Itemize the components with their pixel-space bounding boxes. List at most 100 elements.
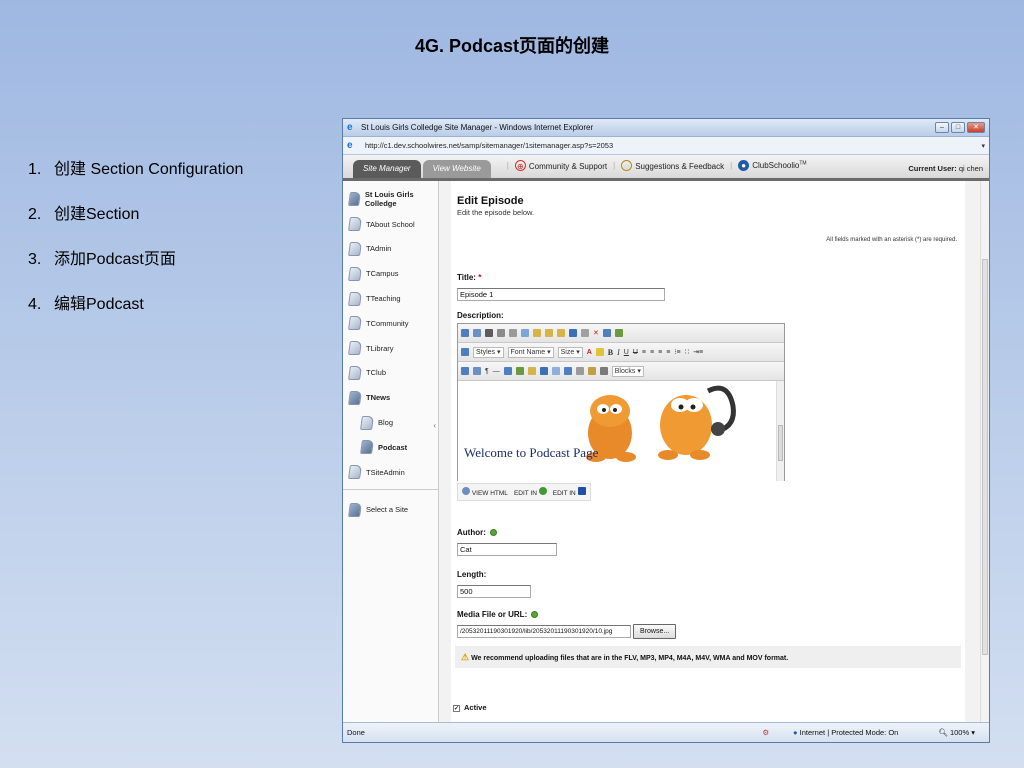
editor-content[interactable]: Welcome to Podcast Page — [458, 381, 784, 481]
nav-links: | ⊕ Community & Support | ◌ Suggestions & … — [507, 152, 807, 178]
delete-icon[interactable]: ✕ — [593, 329, 599, 337]
paste-icon[interactable] — [533, 329, 541, 337]
close-button[interactable]: ✕ — [967, 122, 985, 133]
bold-icon[interactable]: B — [608, 348, 613, 357]
tab-view-website[interactable]: View Website — [422, 160, 491, 178]
sidebar-item-tadmin[interactable]: TAdmin — [343, 237, 438, 262]
underline-icon[interactable]: U — [624, 349, 629, 356]
sidebar-item-tcampus[interactable]: TCampus — [343, 261, 438, 286]
author-input[interactable]: Cat — [457, 543, 557, 556]
media-input[interactable]: /20532011190301920/lib/20532011190301920… — [457, 625, 631, 638]
copy-icon[interactable] — [521, 329, 529, 337]
symbol-icon[interactable] — [587, 367, 596, 375]
zoom-level[interactable]: 🔍︎ 100% ▾ — [938, 728, 975, 737]
zoom-label: 100% — [949, 728, 970, 737]
font-name-dropdown[interactable]: Font Name ▾ — [507, 346, 554, 358]
undo-icon[interactable] — [569, 329, 577, 337]
find-icon[interactable] — [473, 329, 481, 337]
title-input[interactable]: Episode 1 — [457, 288, 665, 301]
edit-in-button-2[interactable]: EDIT IN — [553, 487, 586, 497]
sidebar-item-tlibrary[interactable]: TLibrary — [343, 336, 438, 361]
media-icon[interactable] — [539, 367, 548, 375]
link-icon[interactable] — [503, 367, 512, 375]
edit-in-button-1[interactable]: EDIT IN — [514, 487, 547, 497]
step-item: 1. 创建 Section Configuration — [28, 160, 243, 205]
align-right-icon[interactable]: ≡ — [658, 349, 662, 356]
sidebar-site-root[interactable]: St Louis Girls Colledge — [343, 187, 438, 212]
browse-button[interactable]: Browse... — [633, 624, 677, 639]
active-checkbox-row[interactable]: ✓ Active — [453, 703, 487, 712]
collapse-sidebar-icon[interactable]: ‹ — [433, 421, 436, 430]
paste-word-icon[interactable] — [557, 329, 565, 337]
unordered-list-icon[interactable]: ∷ — [685, 348, 689, 356]
select-site-link[interactable]: Select a Site — [343, 498, 438, 523]
paragraph-icon[interactable]: ¶ — [485, 368, 489, 375]
select-all-icon[interactable] — [497, 329, 505, 337]
media-label-text: Media File or URL: — [457, 610, 528, 619]
horizontal-rule-icon[interactable]: — — [493, 368, 500, 375]
sidebar-item-tclub[interactable]: TClub — [343, 361, 438, 386]
word-icon — [577, 487, 586, 495]
print-icon[interactable] — [485, 329, 493, 337]
strikethrough-icon[interactable]: U — [633, 349, 638, 356]
align-center-icon[interactable]: ≡ — [650, 349, 654, 356]
insert-doc-icon[interactable] — [473, 367, 481, 375]
sidebar-item-tcommunity[interactable]: TCommunity — [343, 311, 438, 336]
spellcheck-icon[interactable] — [461, 329, 469, 337]
required-note: All fields marked with an asterisk (*) a… — [826, 237, 957, 243]
help-icon[interactable] — [490, 529, 498, 537]
security-icon[interactable]: ⚙ — [762, 728, 769, 737]
cut-icon[interactable] — [509, 329, 517, 337]
page-scrollbar[interactable] — [980, 181, 989, 722]
sidebar-item-blog[interactable]: Blog — [343, 410, 438, 435]
table-icon[interactable] — [614, 329, 623, 337]
address-url[interactable]: http://c1.dev.schoolwires.net/samp/sitem… — [361, 141, 981, 150]
special-char-icon[interactable] — [575, 367, 584, 375]
view-html-button[interactable]: VIEW HTML — [462, 487, 508, 497]
image-icon[interactable] — [602, 329, 611, 337]
italic-icon[interactable]: I — [617, 348, 620, 357]
tab-site-manager[interactable]: Site Manager — [353, 160, 421, 178]
minimize-button[interactable]: – — [935, 122, 949, 133]
section-icon — [348, 390, 362, 405]
rich-text-editor[interactable]: ✕ Styles ▾ Font Name ▾ Size ▾ A B I U U … — [457, 323, 785, 481]
step-number: 4. — [28, 296, 42, 313]
active-checkbox[interactable]: ✓ — [453, 704, 460, 712]
sidebar-item-podcast[interactable]: Podcast — [343, 435, 438, 460]
table-properties-icon[interactable] — [599, 367, 608, 375]
flash-icon[interactable] — [551, 367, 560, 375]
help-icon[interactable] — [531, 611, 539, 619]
indent-icon[interactable]: ⇥≡ — [693, 348, 703, 356]
suggestions-feedback-link[interactable]: ◌ Suggestions & Feedback — [621, 159, 724, 171]
blocks-label: Blocks — [614, 367, 636, 375]
address-dropdown-icon[interactable]: ▾ — [981, 142, 985, 150]
paste-text-icon[interactable] — [545, 329, 553, 337]
editor-scrollbar[interactable] — [776, 381, 784, 481]
maximize-button[interactable]: □ — [951, 122, 965, 133]
blocks-dropdown[interactable]: Blocks ▾ — [611, 365, 644, 377]
ordered-list-icon[interactable]: ⁝≡ — [674, 348, 680, 356]
redo-icon[interactable] — [581, 329, 589, 337]
template-icon[interactable] — [563, 367, 572, 375]
page-scroll-thumb[interactable] — [982, 259, 988, 655]
image-manager-icon[interactable] — [527, 367, 536, 375]
community-support-link[interactable]: ⊕ Community & Support — [514, 159, 607, 171]
title-label-text: Title: — [457, 273, 476, 282]
sidebar-item-tsiteadmin[interactable]: TSiteAdmin — [343, 460, 438, 485]
site-name: St Louis Girls Colledge — [364, 190, 414, 209]
length-input[interactable]: 500 — [457, 585, 531, 598]
sidebar-item-tteaching[interactable]: TTeaching — [343, 286, 438, 311]
clubschoolio-link[interactable]: ● ClubSchoolioTM — [738, 159, 807, 171]
font-color-icon[interactable]: A — [587, 349, 592, 356]
sidebar-item-tnews[interactable]: TNews — [343, 385, 438, 410]
styles-dropdown[interactable]: Styles ▾ — [473, 346, 504, 358]
editor-scroll-thumb[interactable] — [778, 425, 783, 461]
sidebar-item-tabout-school[interactable]: TAbout School — [343, 212, 438, 237]
align-left-icon[interactable]: ≡ — [642, 349, 646, 356]
size-dropdown[interactable]: Size ▾ — [557, 346, 583, 358]
security-zone[interactable]: ● Internet | Protected Mode: On — [793, 728, 898, 737]
highlight-icon[interactable] — [595, 348, 604, 356]
justify-icon[interactable]: ≡ — [666, 349, 670, 356]
insert-form-icon[interactable] — [461, 367, 469, 375]
anchor-icon[interactable] — [515, 367, 524, 375]
